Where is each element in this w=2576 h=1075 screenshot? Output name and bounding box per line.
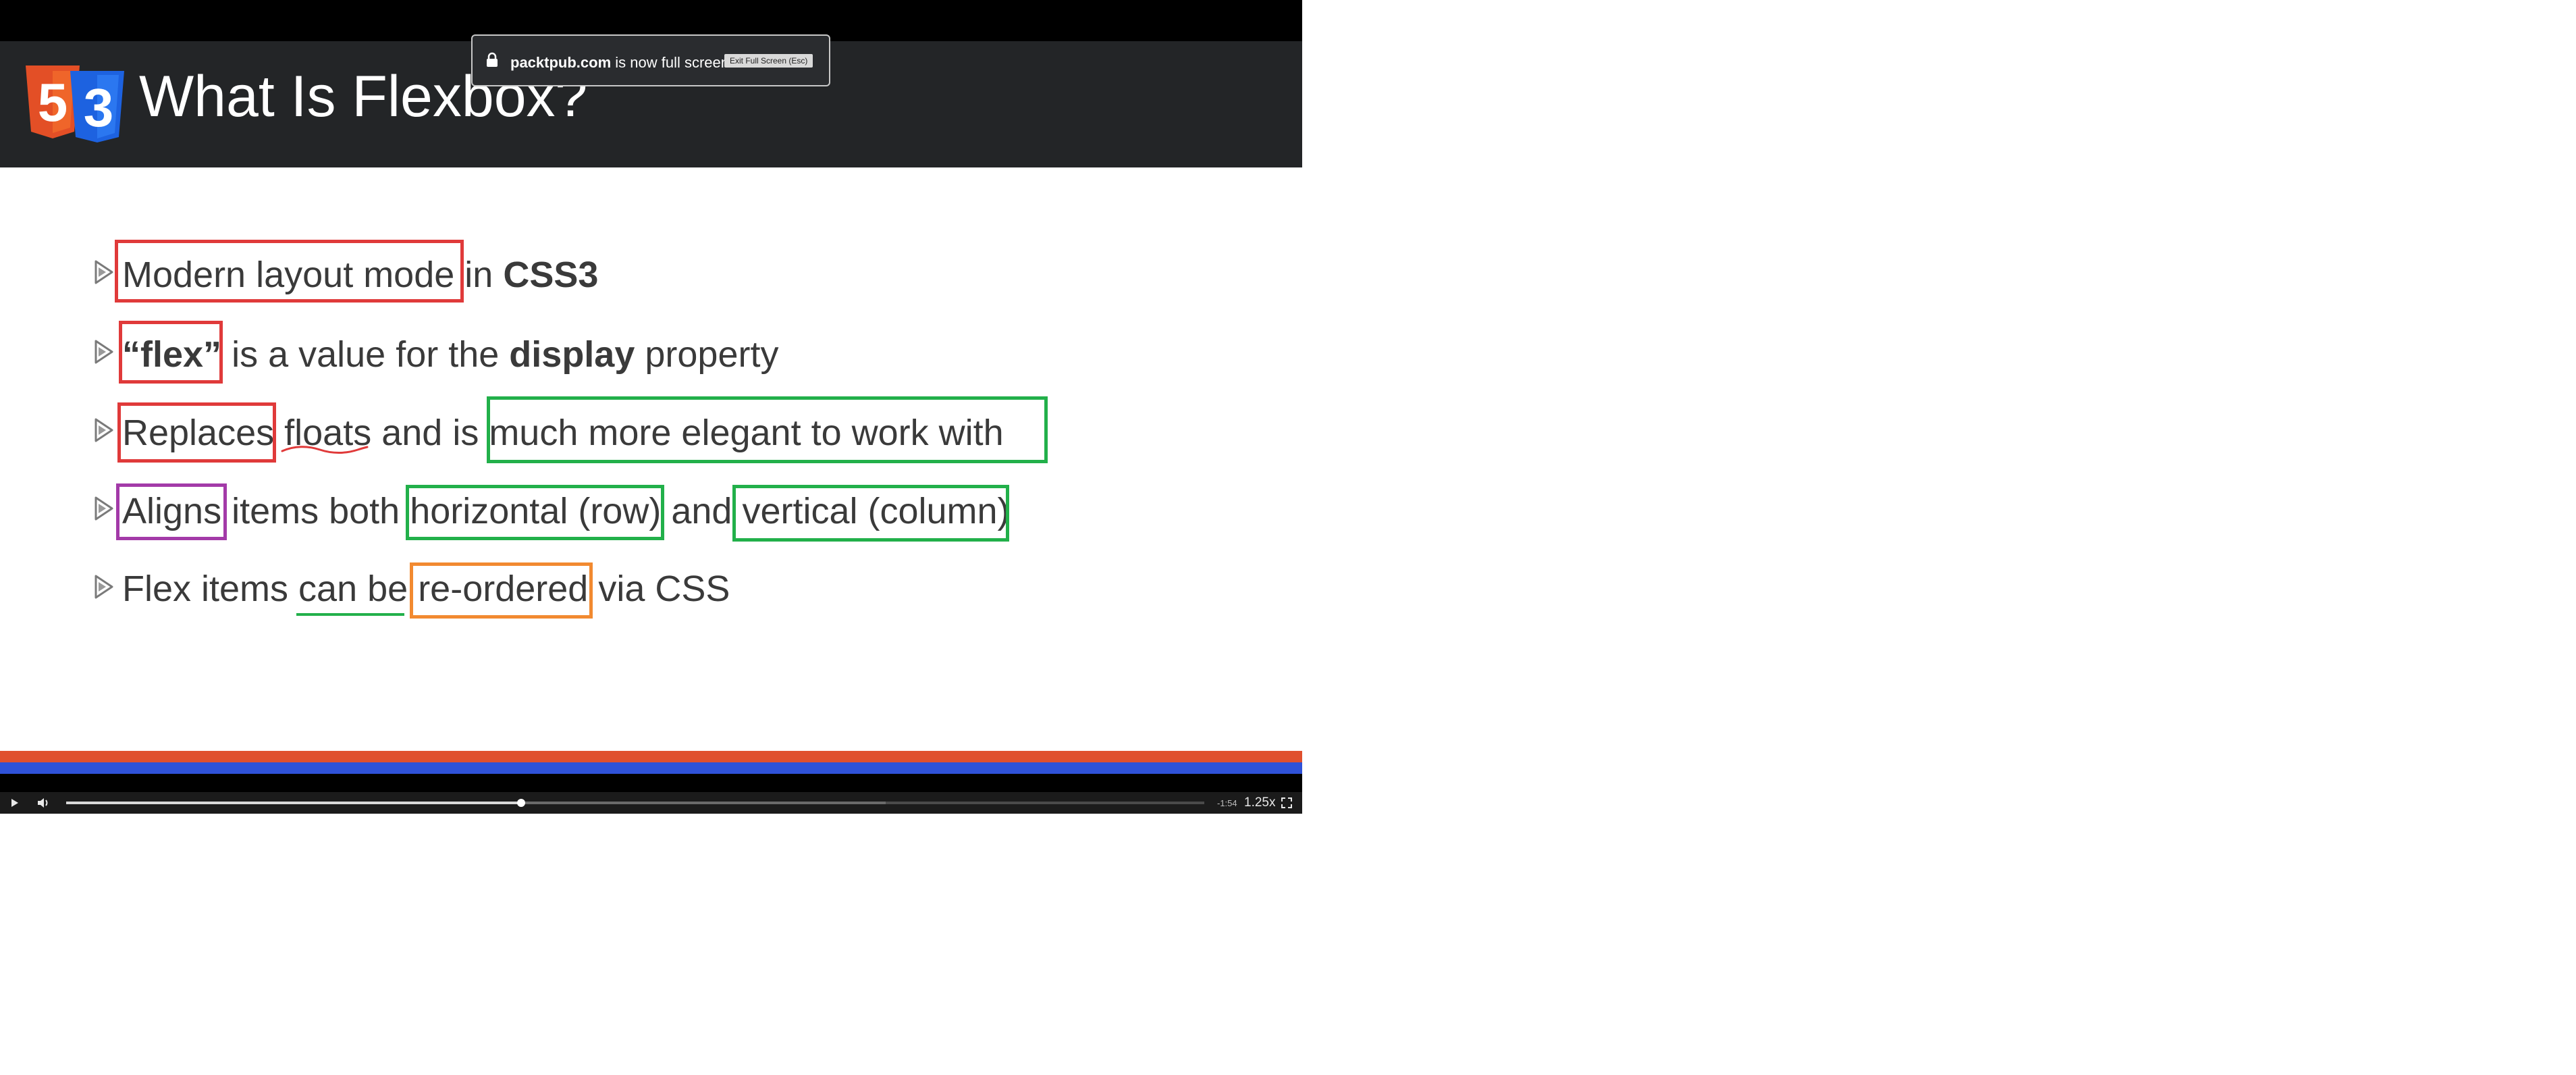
time-remaining: -1:54 bbox=[1217, 798, 1237, 808]
annotation-box-purple bbox=[116, 483, 227, 540]
slide-footer-bar-blue bbox=[0, 762, 1302, 774]
annotation-box-red bbox=[119, 321, 223, 384]
annotation-squiggle bbox=[281, 446, 369, 454]
annotation-box-red bbox=[117, 402, 276, 463]
annotation-underline-green bbox=[296, 613, 404, 616]
annotation-box-green bbox=[487, 396, 1048, 463]
annotation-box-green bbox=[732, 485, 1009, 542]
svg-text:3: 3 bbox=[84, 78, 114, 138]
bullet-arrow-icon bbox=[95, 496, 113, 521]
bullet-arrow-icon bbox=[95, 260, 113, 284]
annotation-box-green bbox=[406, 485, 664, 540]
playback-speed-button[interactable]: 1.25x bbox=[1244, 795, 1275, 810]
volume-icon[interactable] bbox=[36, 797, 50, 809]
bullet-arrow-icon bbox=[95, 418, 113, 442]
play-icon[interactable] bbox=[9, 797, 20, 808]
exit-fullscreen-button[interactable]: Exit Full Screen (Esc) bbox=[724, 54, 813, 68]
bullet-arrow-icon bbox=[95, 575, 113, 599]
html5-css3-logo: 5 3 bbox=[26, 65, 124, 142]
bullet-arrow-icon bbox=[95, 340, 113, 364]
progress-bar[interactable] bbox=[66, 799, 1204, 807]
slide-footer-bar-red bbox=[0, 751, 1302, 762]
fullscreen-icon[interactable] bbox=[1281, 797, 1293, 809]
video-player[interactable]: 5 3 What Is Flexbox? Modern layout mode … bbox=[0, 0, 1302, 814]
lock-icon bbox=[487, 52, 498, 67]
progress-handle[interactable] bbox=[517, 799, 526, 807]
annotation-box-red bbox=[115, 240, 464, 303]
annotation-box-orange bbox=[410, 562, 593, 619]
fullscreen-notice: packtpub.com is now full screen Exit Ful… bbox=[471, 34, 830, 86]
fullscreen-domain-text: packtpub.com is now full screen bbox=[510, 54, 729, 71]
svg-text:5: 5 bbox=[38, 72, 68, 132]
player-controls: -1:54 1.25x bbox=[0, 792, 1302, 814]
progress-played bbox=[66, 802, 522, 804]
